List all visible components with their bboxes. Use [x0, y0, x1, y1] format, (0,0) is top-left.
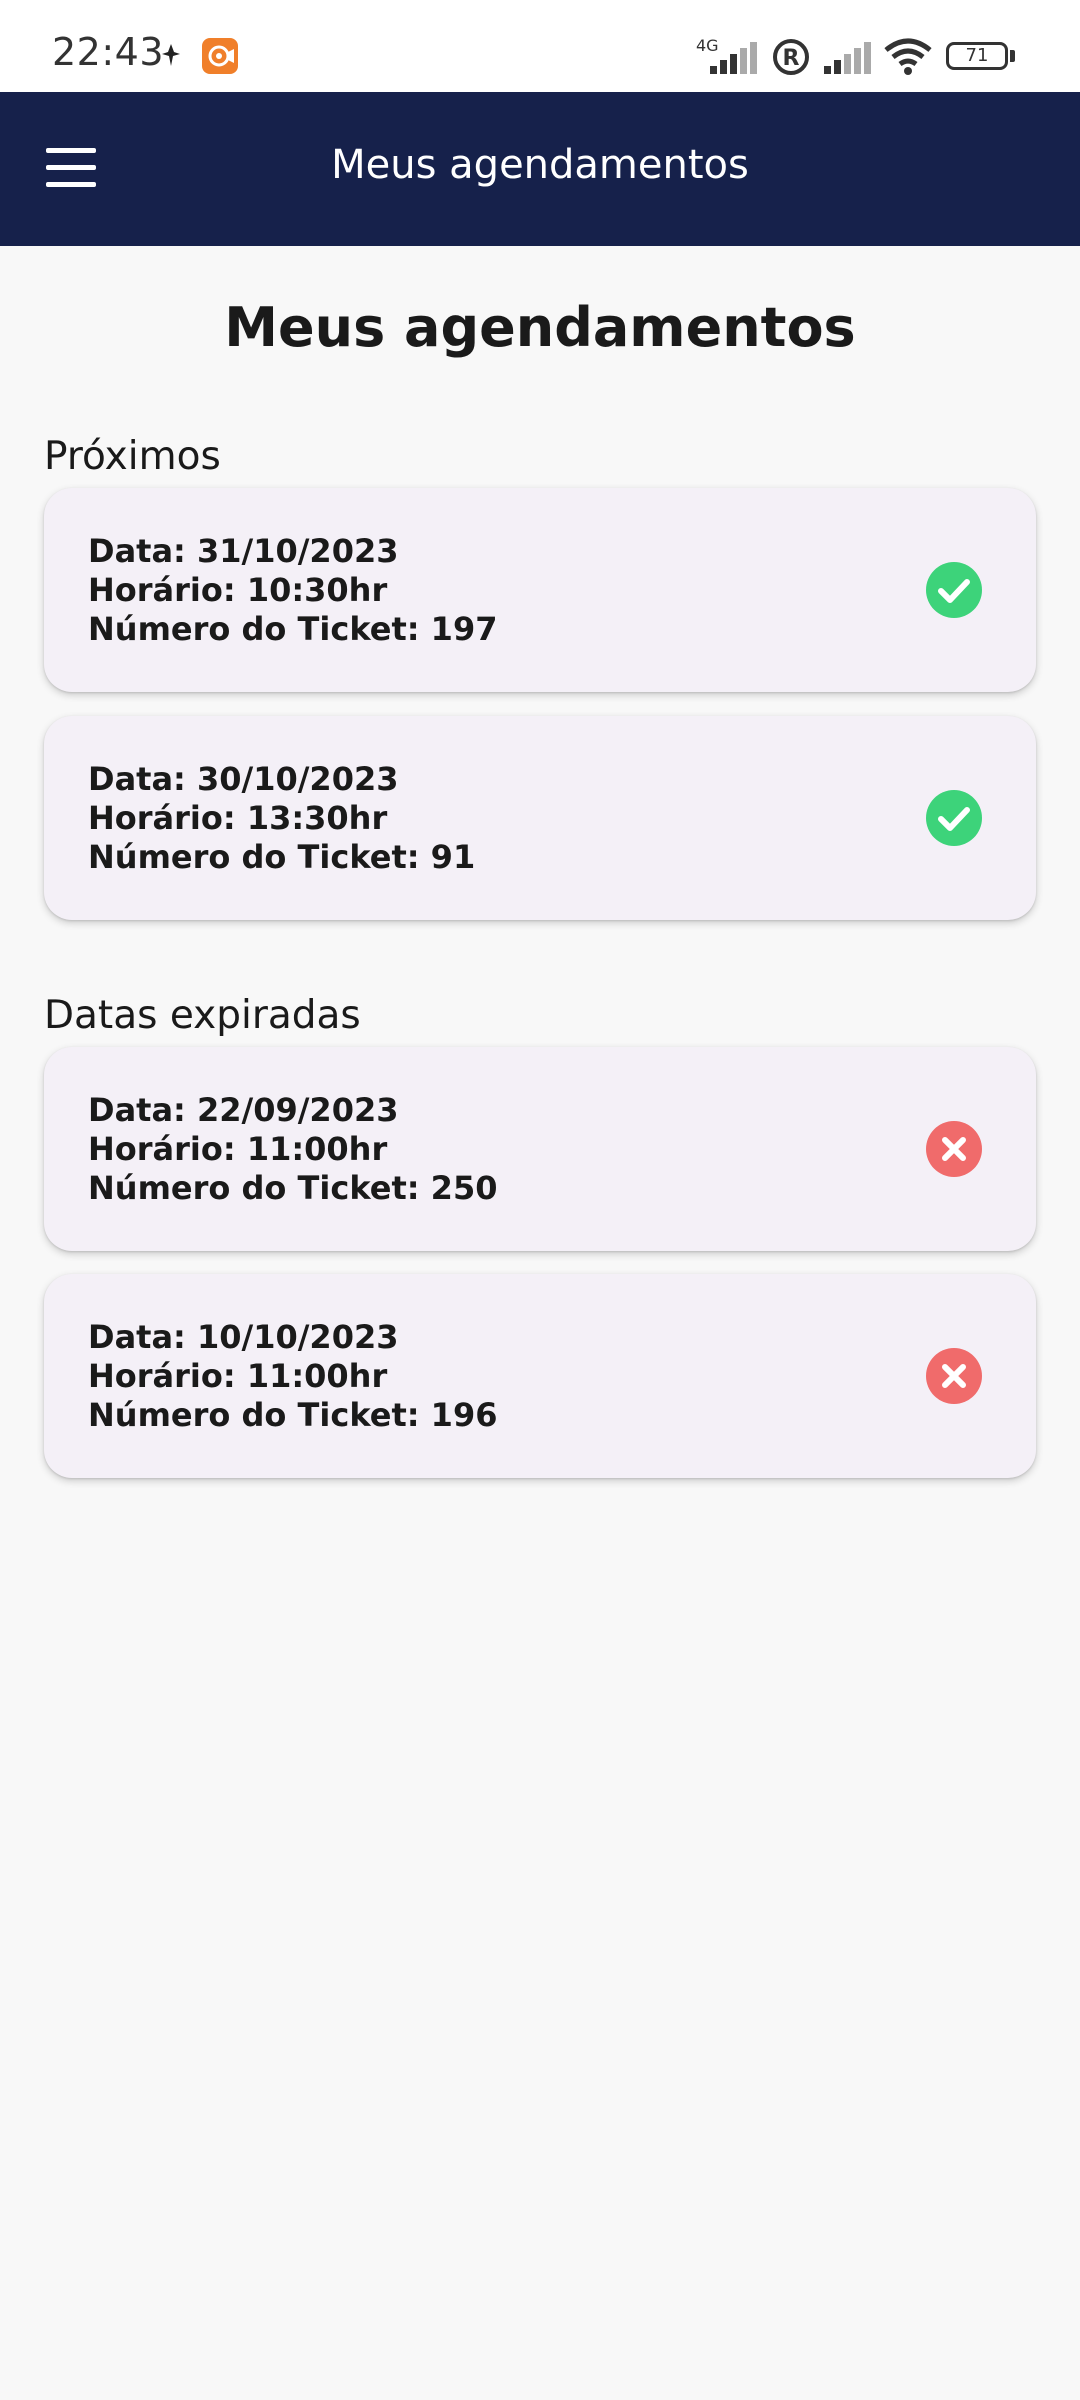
appointment-time: Horário: 11:00hr — [88, 1357, 388, 1395]
appointment-date: Data: 30/10/2023 — [88, 760, 399, 798]
close-circle-icon — [926, 1121, 982, 1177]
appointment-ticket: Número do Ticket: 197 — [88, 610, 498, 648]
battery-level: 71 — [965, 45, 989, 66]
appointment-date: Data: 22/09/2023 — [88, 1091, 399, 1129]
check-circle-icon — [926, 562, 982, 618]
appointment-ticket: Número do Ticket: 250 — [88, 1169, 498, 1207]
battery-tip — [1010, 50, 1015, 62]
screen-recorder-icon — [202, 38, 238, 74]
appointment-details: Data: 10/10/2023 Horário: 11:00hr Número… — [88, 1318, 497, 1435]
appointment-time: Horário: 11:00hr — [88, 1130, 388, 1168]
appointment-card[interactable]: Data: 22/09/2023 Horário: 11:00hr Número… — [44, 1047, 1036, 1251]
appointment-time: Horário: 13:30hr — [88, 799, 388, 837]
wifi-icon — [884, 38, 932, 75]
appointment-date: Data: 31/10/2023 — [88, 532, 399, 570]
appointment-ticket: Número do Ticket: 91 — [88, 838, 476, 876]
close-circle-icon — [926, 1348, 982, 1404]
app-bar: Meus agendamentos — [0, 92, 1080, 246]
appointment-date: Data: 10/10/2023 — [88, 1318, 399, 1356]
svg-text:R: R — [783, 46, 800, 71]
section-label-upcoming: Próximos — [44, 434, 221, 479]
notification-icon — [162, 44, 180, 66]
appointment-details: Data: 30/10/2023 Horário: 13:30hr Número… — [88, 760, 475, 877]
appointment-time: Horário: 10:30hr — [88, 571, 388, 609]
appointment-ticket: Número do Ticket: 196 — [88, 1396, 498, 1434]
status-bar: 22:43 4G R 71 — [0, 0, 1080, 92]
battery-icon: 71 — [946, 42, 1008, 70]
cell-signal-icon — [710, 42, 757, 74]
section-label-expired: Datas expiradas — [44, 993, 361, 1038]
app-bar-title: Meus agendamentos — [331, 142, 749, 188]
appointment-details: Data: 22/09/2023 Horário: 11:00hr Número… — [88, 1091, 497, 1208]
appointment-details: Data: 31/10/2023 Horário: 10:30hr Número… — [88, 532, 497, 649]
appointment-card[interactable]: Data: 10/10/2023 Horário: 11:00hr Número… — [44, 1274, 1036, 1478]
appointment-card[interactable]: Data: 31/10/2023 Horário: 10:30hr Número… — [44, 488, 1036, 692]
appointment-card[interactable]: Data: 30/10/2023 Horário: 13:30hr Número… — [44, 716, 1036, 920]
check-circle-icon — [926, 790, 982, 846]
cell-signal-2-icon — [824, 42, 871, 74]
status-time: 22:43 — [52, 30, 165, 74]
roaming-icon: R — [773, 39, 809, 75]
page-title: Meus agendamentos — [224, 296, 856, 359]
